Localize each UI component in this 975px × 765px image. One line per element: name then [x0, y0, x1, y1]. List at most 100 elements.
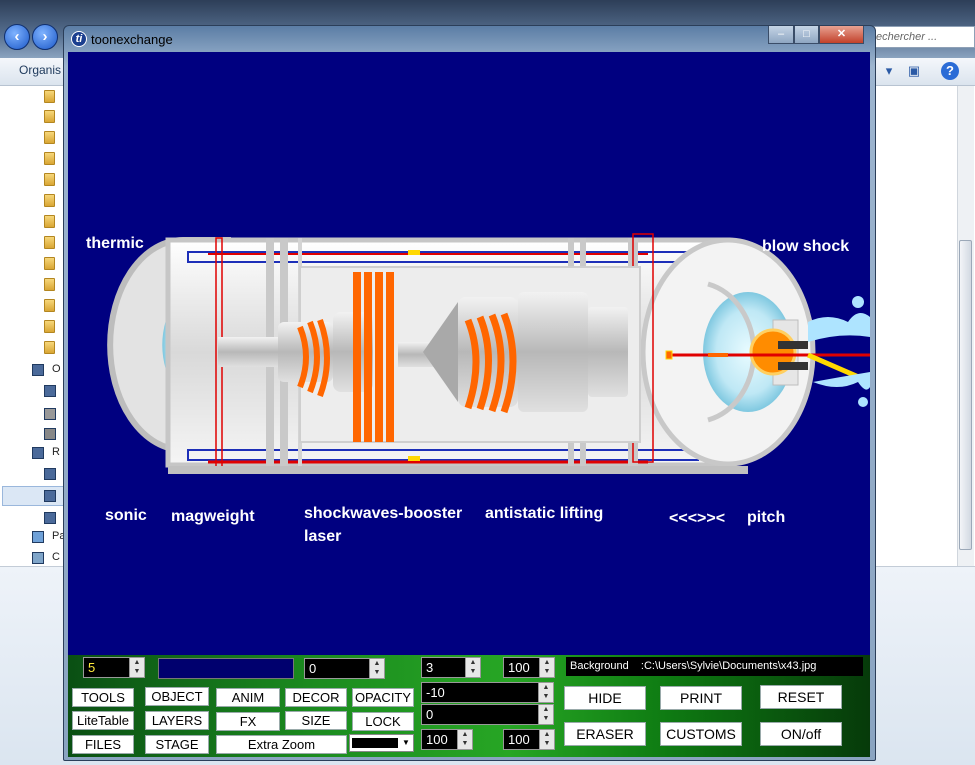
search-input[interactable]: echercher ... [872, 26, 975, 48]
value-c: 100 [508, 660, 530, 675]
layer-stepper[interactable]: 5 ▲ ▼ [83, 657, 145, 678]
organize-menu[interactable]: Organis [19, 63, 61, 77]
nav-label[interactable]: O [52, 363, 61, 375]
folder-icon[interactable] [44, 131, 55, 144]
scrollbar-thumb[interactable] [959, 240, 972, 550]
folder-icon[interactable] [44, 341, 55, 354]
back-button[interactable]: ‹ [4, 24, 30, 50]
spin-arrows-icon[interactable]: ▲ ▼ [539, 730, 554, 749]
offset-y-stepper[interactable]: 0 ▲ ▼ [421, 704, 554, 725]
app-icon: ti [71, 31, 87, 47]
folder-icon[interactable] [44, 257, 55, 270]
help-icon[interactable]: ? [941, 62, 959, 80]
booster-coil [386, 272, 394, 442]
scale-b-value: 100 [508, 732, 530, 747]
tools-button[interactable]: TOOLS [72, 688, 134, 707]
computer-icon[interactable] [44, 468, 56, 480]
label-blow-shock: blow shock [762, 238, 850, 255]
scale-a-stepper[interactable]: 100 ▲ ▼ [421, 729, 473, 750]
indicator-light [408, 456, 420, 461]
drive-icon[interactable] [44, 385, 56, 397]
color-select[interactable]: ▼ [349, 734, 414, 752]
folder-icon[interactable] [44, 110, 55, 123]
minimize-button[interactable]: – [768, 26, 794, 44]
folder-icon[interactable] [44, 278, 55, 291]
hide-button[interactable]: HIDE [564, 686, 646, 710]
chevron-down-icon[interactable]: ▾ [880, 62, 898, 80]
offset-x-stepper[interactable]: -10 ▲ ▼ [421, 682, 554, 703]
network-icon[interactable] [32, 447, 44, 459]
spin-arrows-icon[interactable]: ▲ ▼ [129, 658, 144, 677]
spin-arrows-icon[interactable]: ▲ ▼ [457, 730, 472, 749]
scale-b-stepper[interactable]: 100 ▲ ▼ [503, 729, 555, 750]
nav-label[interactable]: C [52, 551, 60, 563]
label-laser: laser [304, 528, 342, 545]
eraser-button[interactable]: ERASER [564, 722, 646, 746]
anim-button[interactable]: ANIM [216, 688, 280, 707]
spin-arrows-icon[interactable]: ▲ ▼ [538, 705, 553, 724]
stage-button[interactable]: STAGE [145, 735, 209, 754]
drawing-stage[interactable]: thermic blow shock sonic magweight shock… [68, 52, 870, 655]
fx-button[interactable]: FX [216, 712, 280, 731]
computer-icon[interactable] [44, 490, 56, 502]
indicator-light [408, 250, 420, 255]
size-button[interactable]: SIZE [285, 711, 347, 730]
value-b-stepper[interactable]: 3 ▲ ▼ [421, 657, 481, 678]
folder-icon[interactable] [44, 215, 55, 228]
laser-segment [708, 353, 728, 357]
customs-button[interactable]: CUSTOMS [660, 722, 742, 746]
onoff-button[interactable]: ON/off [760, 722, 842, 746]
chevron-down-icon[interactable]: ▼ [400, 736, 412, 750]
color-swatch [352, 738, 398, 748]
folder-icon[interactable] [44, 173, 55, 186]
spin-arrows-icon[interactable]: ▲ ▼ [539, 658, 554, 677]
extra-zoom-button[interactable]: Extra Zoom [216, 735, 347, 754]
background-path: Background :C:\Users\Sylvie\Documents\x4… [566, 657, 863, 676]
scale-a-value: 100 [426, 732, 448, 747]
spin-arrows-icon[interactable]: ▲ ▼ [538, 683, 553, 702]
folder-icon[interactable] [44, 320, 55, 333]
offset-x-value: -10 [426, 685, 445, 700]
folder-icon[interactable] [44, 299, 55, 312]
preview-pane-icon[interactable]: ▣ [905, 62, 923, 80]
reset-button[interactable]: RESET [760, 685, 842, 709]
label-pitch: pitch [747, 509, 786, 526]
folder-icon[interactable] [44, 194, 55, 207]
folder-icon[interactable] [44, 90, 55, 103]
object-button[interactable]: OBJECT [145, 687, 209, 706]
booster-coil [353, 272, 361, 442]
booster-coil [375, 272, 383, 442]
computer-icon[interactable] [32, 364, 44, 376]
drive-icon[interactable] [44, 428, 56, 440]
decor-button[interactable]: DECOR [285, 688, 347, 707]
close-button[interactable]: ✕ [819, 26, 864, 44]
control-panel-icon[interactable] [32, 531, 44, 543]
spin-arrows-icon[interactable]: ▲ ▼ [369, 659, 384, 678]
base-rail [168, 466, 748, 474]
value-a-stepper[interactable]: 0 ▲ ▼ [304, 658, 385, 679]
folder-icon[interactable] [44, 236, 55, 249]
forward-button[interactable]: › [32, 24, 58, 50]
recycle-bin-icon[interactable] [32, 552, 44, 564]
spin-arrows-icon[interactable]: ▲ ▼ [465, 658, 480, 677]
nav-label[interactable]: R [52, 446, 60, 458]
litetable-button[interactable]: LiteTable [72, 711, 134, 730]
left-shaft [218, 337, 278, 367]
files-button[interactable]: FILES [72, 735, 134, 754]
name-input[interactable] [158, 658, 294, 679]
drive-icon[interactable] [44, 408, 56, 420]
opacity-button[interactable]: OPACITY [352, 688, 414, 707]
label-antistatic-lifting: antistatic lifting [485, 505, 604, 522]
computer-icon[interactable] [44, 512, 56, 524]
value-c-stepper[interactable]: 100 ▲ ▼ [503, 657, 555, 678]
print-button[interactable]: PRINT [660, 686, 742, 710]
value-a: 0 [309, 661, 317, 676]
folder-icon[interactable] [44, 152, 55, 165]
maximize-button[interactable]: □ [794, 26, 819, 44]
layers-button[interactable]: LAYERS [145, 711, 209, 730]
device-illustration [107, 233, 870, 474]
label-thermic: thermic [86, 235, 144, 252]
window-title: toonexchange [91, 32, 173, 47]
label-arrows: <<<>>< [669, 510, 726, 527]
lock-button[interactable]: LOCK [352, 712, 414, 731]
